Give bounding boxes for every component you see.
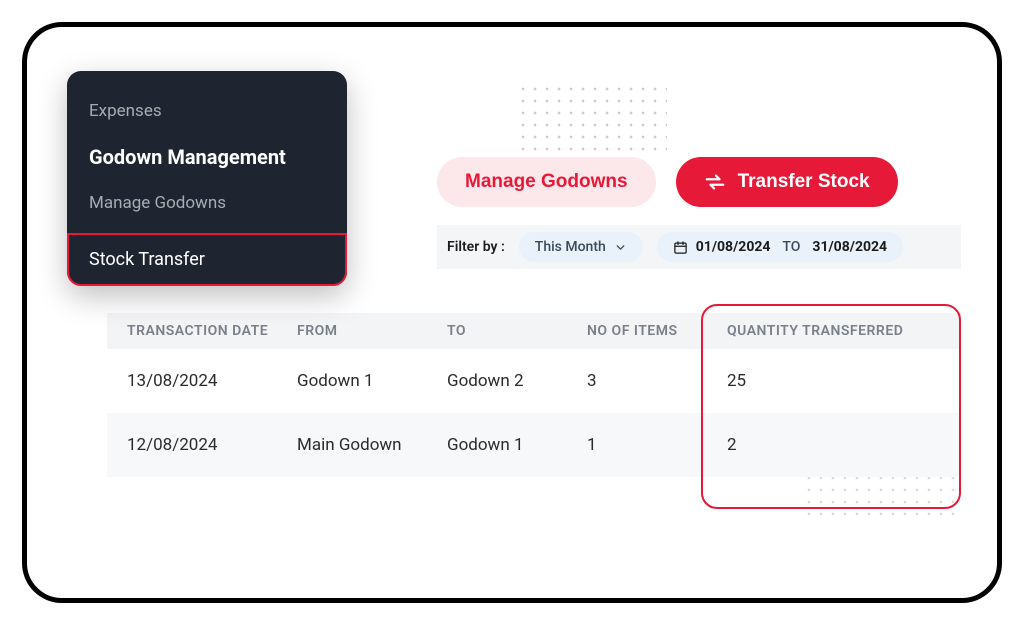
manage-godowns-button[interactable]: Manage Godowns [437,157,656,207]
app-frame: Expenses Godown Management Manage Godown… [22,22,1002,603]
filter-date-from: 01/08/2024 [696,239,771,255]
cell-to: Godown 2 [447,371,587,391]
table-row[interactable]: 13/08/2024 Godown 1 Godown 2 3 25 [107,349,961,413]
filter-period-dropdown[interactable]: This Month [519,232,643,262]
transfer-stock-button[interactable]: Transfer Stock [676,157,898,207]
cell-date: 12/08/2024 [127,435,297,455]
col-no-of-items: NO OF ITEMS [587,323,727,339]
action-bar: Manage Godowns Transfer Stock [437,157,898,207]
chevron-down-icon [614,241,627,254]
cell-qty: 25 [727,371,941,391]
sidebar-item-stock-transfer[interactable]: Stock Transfer [67,233,347,286]
calendar-icon [673,240,688,255]
swap-icon [704,171,726,193]
transfers-table: TRANSACTION DATE FROM TO NO OF ITEMS QUA… [107,313,961,477]
filter-date-to: 31/08/2024 [812,239,887,255]
cell-date: 13/08/2024 [127,371,297,391]
table-row[interactable]: 12/08/2024 Main Godown Godown 1 1 2 [107,413,961,477]
cell-from: Godown 1 [297,371,447,391]
decorative-dots [517,83,667,153]
cell-from: Main Godown [297,435,447,455]
sidebar: Expenses Godown Management Manage Godown… [67,71,347,286]
col-to: TO [447,323,587,339]
cell-qty: 2 [727,435,941,455]
col-quantity-transferred: QUANTITY TRANSFERRED [727,323,941,339]
cell-to: Godown 1 [447,435,587,455]
col-transaction-date: TRANSACTION DATE [127,323,297,339]
sidebar-item-manage-godowns[interactable]: Manage Godowns [67,181,347,225]
sidebar-heading-godown-management[interactable]: Godown Management [67,133,347,181]
filter-period-value: This Month [535,239,606,255]
transfer-stock-label: Transfer Stock [738,171,870,193]
cell-items: 1 [587,435,727,455]
table-header: TRANSACTION DATE FROM TO NO OF ITEMS QUA… [107,313,961,349]
sidebar-item-expenses[interactable]: Expenses [67,89,347,133]
filter-label: Filter by : [447,239,505,255]
filter-date-range[interactable]: 01/08/2024 TO 31/08/2024 [657,232,903,262]
col-from: FROM [297,323,447,339]
filter-bar: Filter by : This Month 01/08/2024 TO 31/… [437,225,961,269]
cell-items: 3 [587,371,727,391]
filter-date-sep: TO [782,239,800,255]
